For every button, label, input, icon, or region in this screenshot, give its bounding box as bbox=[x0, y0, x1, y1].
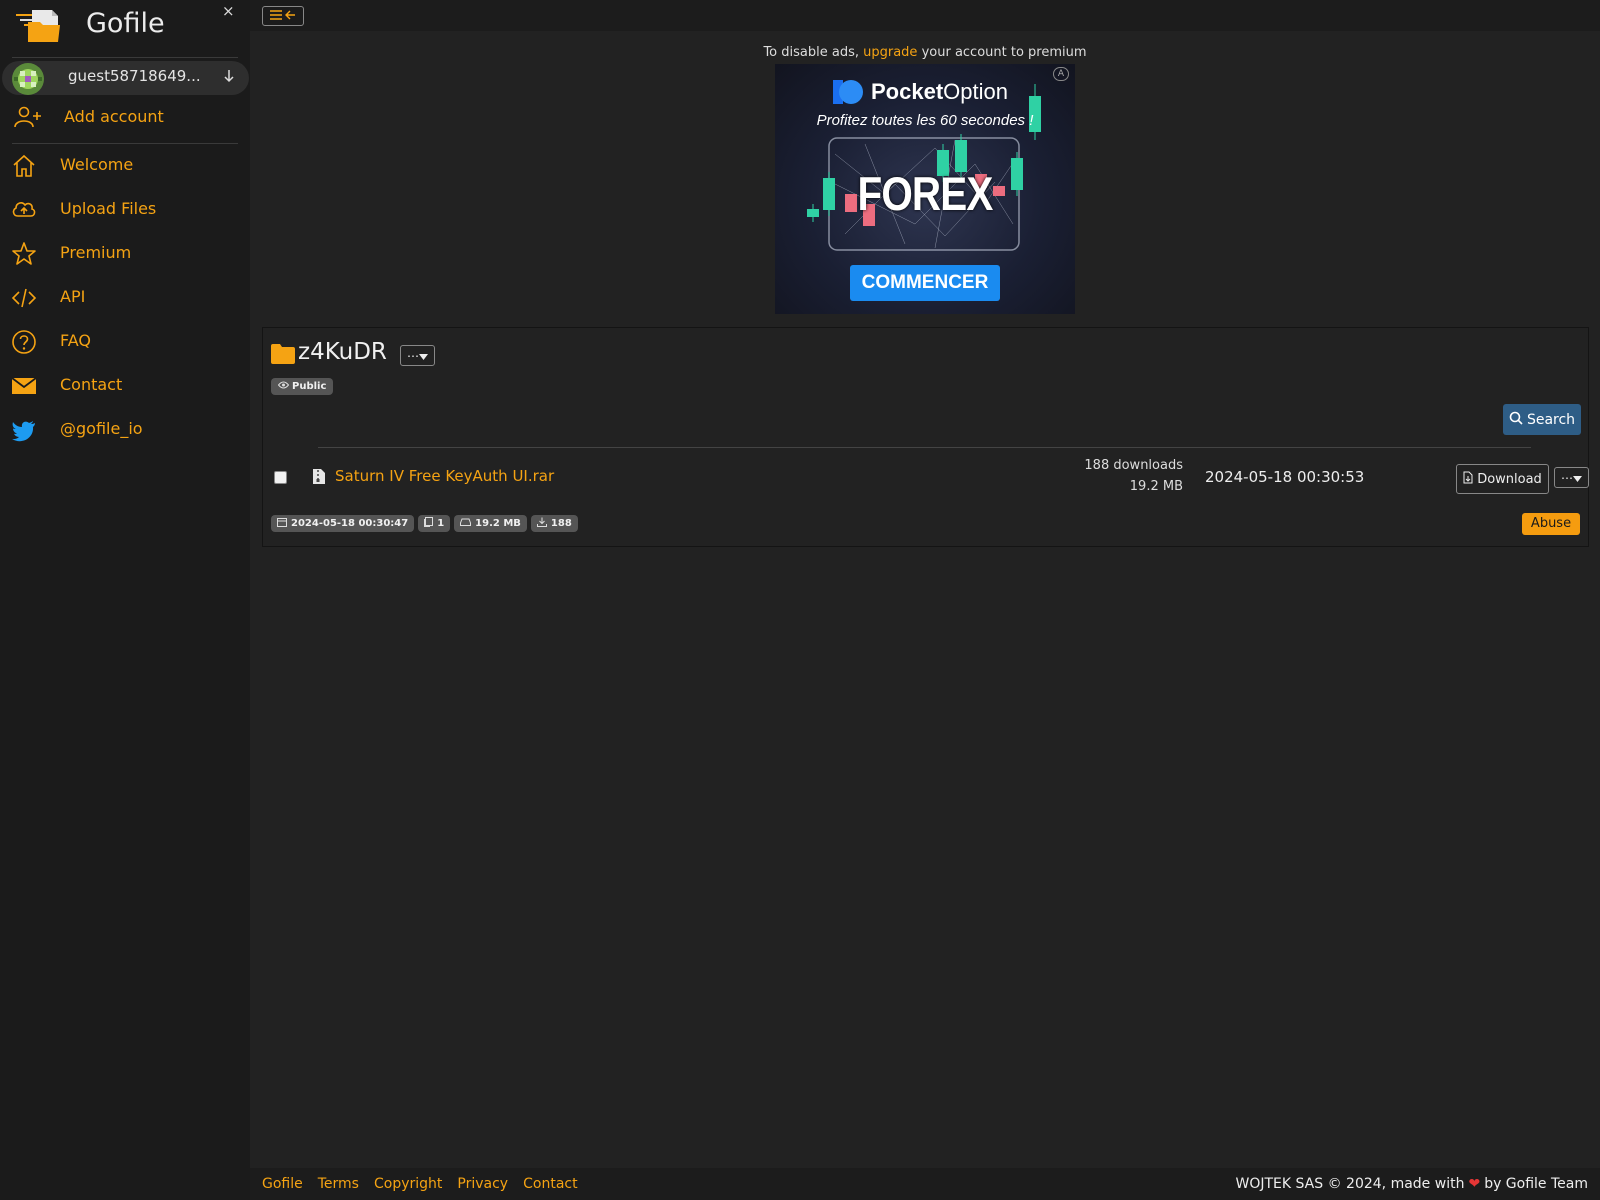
folder-name: z4KuDR bbox=[298, 339, 387, 365]
nav-label: Contact bbox=[60, 375, 123, 394]
file-checkbox[interactable] bbox=[274, 471, 287, 484]
ad-cta-button[interactable]: COMMENCER bbox=[850, 265, 1000, 301]
avatar bbox=[12, 63, 44, 95]
account-name: guest58718649... bbox=[68, 67, 201, 85]
calendar-icon bbox=[277, 517, 287, 530]
file-name-link[interactable]: Saturn IV Free KeyAuth UI.rar bbox=[335, 467, 554, 485]
divider bbox=[12, 57, 238, 58]
created-date-badge: 2024-05-18 00:30:47 bbox=[271, 515, 415, 532]
file-size: 19.2 MB bbox=[1129, 479, 1183, 494]
add-account-label: Add account bbox=[64, 107, 164, 126]
visibility-badge: Public bbox=[271, 378, 334, 395]
footer-link-gofile[interactable]: Gofile bbox=[262, 1176, 303, 1192]
heart-icon: ❤ bbox=[1468, 1176, 1481, 1192]
folder-card: z4KuDR ⋯ Public Search Saturn IV Free Ke… bbox=[262, 327, 1589, 547]
arrow-left-icon bbox=[285, 9, 296, 23]
file-archive-icon bbox=[312, 468, 326, 485]
footer-link-contact[interactable]: Contact bbox=[523, 1176, 577, 1192]
top-bar bbox=[250, 0, 1600, 31]
folder-icon bbox=[271, 344, 295, 364]
copyright-suffix: by Gofile Team bbox=[1484, 1176, 1588, 1192]
add-account-button[interactable]: Add account bbox=[0, 100, 250, 134]
twitter-icon bbox=[11, 417, 37, 443]
ad-notice-suffix: your account to premium bbox=[921, 45, 1087, 60]
download-label: Download bbox=[1477, 471, 1542, 487]
nav-item-welcome[interactable]: Welcome bbox=[0, 147, 250, 183]
footer-copyright: WOJTEK SAS © 2024, made with ❤ by Gofile… bbox=[1236, 1176, 1588, 1192]
ellipsis-icon: ⋯ bbox=[1561, 470, 1573, 485]
footer-link-privacy[interactable]: Privacy bbox=[457, 1176, 508, 1192]
divider bbox=[318, 447, 1531, 448]
ad-banner[interactable]: A PocketOption Profitez toutes les 60 se… bbox=[775, 64, 1075, 314]
sidebar-toggle-button[interactable] bbox=[262, 6, 304, 26]
nav-item-faq[interactable]: FAQ bbox=[0, 323, 250, 359]
nav-item-upload-files[interactable]: Upload Files bbox=[0, 191, 250, 227]
file-download-icon bbox=[1463, 471, 1473, 488]
ad-headline: FOREX bbox=[857, 167, 994, 220]
brand-name: Gofile bbox=[86, 8, 165, 39]
nav-label: Welcome bbox=[60, 155, 134, 174]
folder-stats: 2024-05-18 00:30:47 1 19.2 MB 188 bbox=[271, 515, 578, 532]
ad-choices-icon[interactable]: A bbox=[1053, 67, 1069, 81]
search-button[interactable]: Search bbox=[1503, 404, 1581, 435]
footer-links: Gofile Terms Copyright Privacy Contact bbox=[262, 1176, 578, 1192]
eye-icon bbox=[277, 381, 290, 392]
search-icon bbox=[1509, 411, 1523, 429]
footer-link-terms[interactable]: Terms bbox=[318, 1176, 359, 1192]
nav-item-api[interactable]: API bbox=[0, 279, 250, 315]
nav-label: FAQ bbox=[60, 331, 91, 350]
caret-down-icon bbox=[419, 349, 428, 363]
nav-item-twitter[interactable]: @gofile_io bbox=[0, 411, 250, 447]
divider bbox=[12, 143, 238, 144]
visibility-label: Public bbox=[292, 381, 327, 392]
menu-icon bbox=[270, 9, 282, 23]
nav-item-contact[interactable]: Contact bbox=[0, 367, 250, 403]
account-selector[interactable]: guest58718649... bbox=[2, 61, 249, 95]
envelope-icon bbox=[11, 373, 37, 399]
brand[interactable]: Gofile bbox=[0, 0, 250, 52]
gofile-logo-icon bbox=[14, 6, 64, 44]
folder-options-button[interactable]: ⋯ bbox=[400, 345, 435, 366]
cloud-upload-icon bbox=[11, 197, 37, 223]
download-button[interactable]: Download bbox=[1456, 464, 1549, 494]
search-label: Search bbox=[1526, 411, 1576, 428]
download-icon bbox=[536, 517, 547, 530]
footer-link-copyright[interactable]: Copyright bbox=[374, 1176, 442, 1192]
ellipsis-icon: ⋯ bbox=[407, 348, 419, 363]
close-sidebar-icon[interactable]: × bbox=[222, 2, 235, 20]
question-circle-icon bbox=[11, 329, 37, 355]
file-date: 2024-05-18 00:30:53 bbox=[1205, 468, 1365, 486]
nav-item-premium[interactable]: Premium bbox=[0, 235, 250, 271]
star-icon bbox=[11, 241, 37, 267]
ad-notice-prefix: To disable ads, bbox=[763, 45, 859, 60]
file-count-badge: 1 bbox=[418, 515, 451, 532]
abuse-button[interactable]: Abuse bbox=[1522, 513, 1580, 535]
total-downloads-badge: 188 bbox=[530, 515, 578, 532]
file-options-button[interactable]: ⋯ bbox=[1554, 467, 1589, 488]
copyright-prefix: WOJTEK SAS © 2024, made with bbox=[1235, 1176, 1465, 1192]
file-downloads: 188 downloads bbox=[1084, 458, 1183, 473]
sidebar: Gofile × guest58718649... Add account We… bbox=[0, 0, 250, 1200]
upgrade-link[interactable]: upgrade bbox=[863, 45, 917, 60]
arrow-down-icon[interactable] bbox=[222, 68, 236, 84]
nav-label: Upload Files bbox=[60, 199, 157, 218]
ad-notice: To disable ads, upgrade your account to … bbox=[700, 45, 1150, 60]
caret-down-icon bbox=[1573, 471, 1582, 485]
home-icon bbox=[11, 153, 37, 179]
nav-label: @gofile_io bbox=[60, 419, 143, 438]
total-size-badge: 19.2 MB bbox=[454, 515, 527, 532]
hdd-icon bbox=[460, 518, 472, 529]
ad-logo: PocketOption bbox=[831, 79, 1031, 107]
code-icon bbox=[11, 285, 37, 311]
nav-label: API bbox=[60, 287, 86, 306]
nav-label: Premium bbox=[60, 243, 132, 262]
files-icon bbox=[424, 517, 434, 530]
ad-tagline: Profitez toutes les 60 secondes ! bbox=[816, 112, 1034, 129]
user-plus-icon bbox=[14, 106, 42, 128]
footer: Gofile Terms Copyright Privacy Contact W… bbox=[250, 1168, 1600, 1200]
ad-brand-name: PocketOption bbox=[871, 79, 1008, 104]
